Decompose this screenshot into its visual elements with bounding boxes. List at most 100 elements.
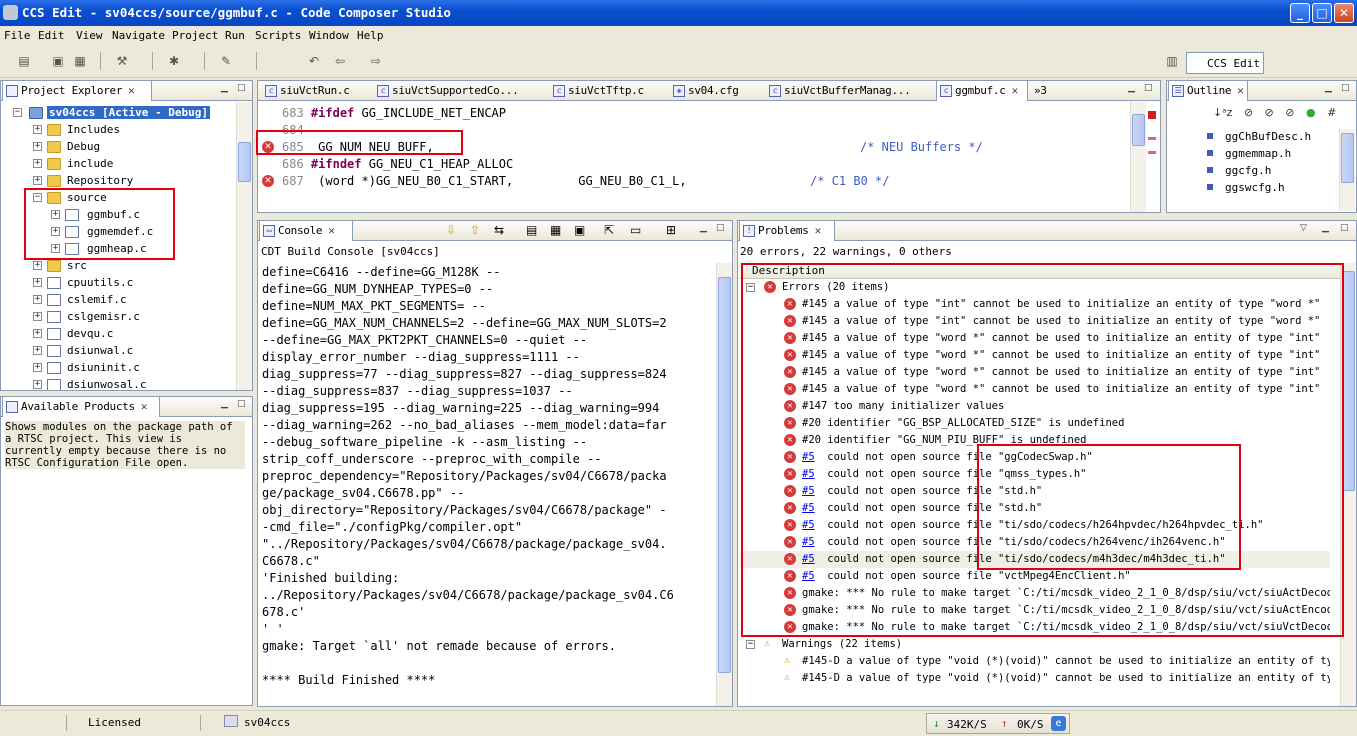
collapse-toggle[interactable]: − (746, 640, 755, 649)
copy-icon[interactable]: ▤ (526, 223, 537, 237)
console-output[interactable]: define=C6416 --define=GG_M128K -- define… (258, 263, 714, 706)
overview-error-marker[interactable] (1148, 111, 1156, 119)
console-scrollbar[interactable] (716, 263, 732, 706)
new-icon[interactable]: ▤ (16, 53, 32, 69)
menu-navigate[interactable]: Navigate (112, 29, 165, 42)
error-code-link[interactable]: #5 (802, 519, 815, 531)
tab-console[interactable]: ▭ Console ✕ (259, 221, 353, 241)
error-code-link[interactable]: #5 (802, 485, 815, 497)
maximize-view-icon[interactable]: □ (1340, 224, 1350, 234)
error-row[interactable]: ✕ #5 could not open source file "std.h" (740, 483, 1330, 500)
hide-members-icon[interactable]: ● (1306, 106, 1316, 119)
error-row[interactable]: ✕ gmake: *** No rule to make target `C:/t… (740, 619, 1330, 636)
menu-edit[interactable]: Edit (38, 29, 65, 42)
error-row[interactable]: ✕ #5 could not open source file "std.h" (740, 500, 1330, 517)
error-row[interactable]: ✕ gmake: *** No rule to make target `C:/t… (740, 585, 1330, 602)
error-row[interactable]: ✕ #145 a value of type "word *" cannot be… (740, 330, 1330, 347)
close-tab-icon[interactable]: ✕ (128, 84, 135, 97)
open-console-icon[interactable]: ⊞ (666, 223, 676, 237)
error-row[interactable]: ✕ #145 a value of type "int" cannot be us… (740, 313, 1330, 330)
error-marker-icon[interactable]: ✕ (262, 175, 274, 187)
close-tab-icon[interactable]: ✕ (815, 224, 822, 237)
tab-available-products[interactable]: Available Products ✕ (2, 397, 160, 417)
clear-icon[interactable]: ▦ (550, 223, 561, 237)
debug-bug-icon[interactable]: ✱ (166, 53, 182, 69)
editor-scrollbar[interactable] (1130, 102, 1146, 212)
open-perspective-icon[interactable]: ▥ (1164, 53, 1180, 69)
description-column-header[interactable]: Description (740, 263, 1340, 279)
maximize-view-icon[interactable]: □ (1341, 84, 1351, 94)
link-editor-icon[interactable]: ⇆ (494, 223, 504, 237)
close-tab-icon[interactable]: ✕ (1012, 84, 1019, 97)
project-tree-scrollbar[interactable] (236, 102, 252, 390)
error-row[interactable]: ✕ #145 a value of type "word *" cannot be… (740, 347, 1330, 364)
maximize-view-icon[interactable]: □ (237, 400, 247, 410)
error-row[interactable]: ✕ #20 identifier "GG_NUM_PIU_BUFF" is und… (740, 432, 1330, 449)
error-row[interactable]: ✕ #20 identifier "GG_BSP_ALLOCATED_SIZE" … (740, 415, 1330, 432)
maximize-button[interactable]: □ (1312, 3, 1332, 23)
build-hammer-icon[interactable]: ⚒ (114, 53, 130, 69)
save-all-icon[interactable]: ▦ (72, 53, 88, 69)
tab-sv04-cfg[interactable]: ◈ sv04.cfg (670, 81, 760, 101)
code-area[interactable]: 683 #ifdef GG_INCLUDE_NET_ENCAP 684 ✕ 68… (258, 102, 1138, 212)
tab-overflow[interactable]: »3 (1032, 81, 1052, 101)
tab-outline[interactable]: ☰ Outline ✕ (1168, 81, 1248, 101)
error-row[interactable]: ✕ #145 a value of type "word *" cannot be… (740, 381, 1330, 398)
maximize-view-icon[interactable]: □ (716, 224, 726, 234)
menu-view[interactable]: View (76, 29, 103, 42)
sort-az-icon[interactable]: ↓ᵃz (1213, 106, 1232, 119)
error-row[interactable]: ✕ #145 a value of type "word *" cannot be… (740, 364, 1330, 381)
close-tab-icon[interactable]: ✕ (1237, 84, 1244, 97)
menu-project[interactable]: Project (172, 29, 218, 42)
warnings-group-row[interactable]: − ⚠ Warnings (22 items) (740, 636, 1330, 653)
tab-problems[interactable]: ! Problems ✕ (739, 221, 835, 241)
overview-error-marker[interactable] (1148, 151, 1156, 154)
minimize-view-icon[interactable]: ▁ (700, 224, 710, 234)
hide-nonpublic-icon[interactable]: ⊘ (1285, 106, 1294, 119)
error-row[interactable]: ✕ #5 could not open source file "qmss_typ… (740, 466, 1330, 483)
hide-static-icon[interactable]: ⊘ (1265, 106, 1274, 119)
error-row[interactable]: ✕ #5 could not open source file "ti/sdo/c… (740, 517, 1330, 534)
error-row[interactable]: ✕ #145 a value of type "int" cannot be us… (740, 296, 1330, 313)
error-row[interactable]: ✕ #5 could not open source file "vctMpeg4… (740, 568, 1330, 585)
back-arrow-icon[interactable]: ⇦ (332, 53, 348, 69)
tab-siuvctrun[interactable]: c siuVctRun.c (262, 81, 368, 101)
error-code-link[interactable]: #5 (802, 536, 815, 548)
display-console-icon[interactable]: ▭ (630, 223, 641, 237)
next-error-icon[interactable]: ⇩ (446, 223, 456, 237)
menu-help[interactable]: Help (357, 29, 384, 42)
tab-siuvctsupportedco[interactable]: c siuVctSupportedCo... (374, 81, 524, 101)
error-code-link[interactable]: #5 (802, 553, 815, 565)
overview-error-marker[interactable] (1148, 137, 1156, 140)
problems-scrollbar[interactable] (1340, 263, 1356, 706)
hide-fields-icon[interactable]: ⊘ (1244, 106, 1253, 119)
prev-error-icon[interactable]: ⇧ (470, 223, 480, 237)
error-code-link[interactable]: #5 (802, 451, 815, 463)
perspective-button[interactable]: CCS Edit (1186, 52, 1264, 74)
network-speed-widget[interactable]: ↓ 342K/S ↑ 0K/S e (926, 713, 1070, 734)
error-row[interactable]: ✕ #147 too many initializer values (740, 398, 1330, 415)
minimize-button[interactable]: _ (1290, 3, 1310, 23)
menu-run[interactable]: Run (225, 29, 245, 42)
view-menu-icon[interactable]: ▽ (1300, 224, 1310, 234)
errors-group-row[interactable]: − ✕ Errors (20 items) (740, 279, 1330, 296)
minimize-view-icon[interactable]: ▁ (221, 84, 231, 94)
save-icon[interactable]: ▣ (50, 53, 66, 69)
error-row[interactable]: ✕ #5 could not open source file "ti/sdo/c… (740, 534, 1330, 551)
collapse-toggle[interactable]: − (746, 283, 755, 292)
error-row[interactable]: ✕ #5 could not open source file "ti/sdo/c… (740, 551, 1330, 568)
close-button[interactable]: ✕ (1334, 3, 1354, 23)
minimize-view-icon[interactable]: ▁ (1322, 224, 1332, 234)
pin-icon[interactable]: ⇱ (604, 223, 614, 237)
last-edit-icon[interactable]: ↶ (306, 53, 322, 69)
menu-file[interactable]: File (4, 29, 31, 42)
minimize-view-icon[interactable]: ▁ (1128, 84, 1138, 94)
tools-icon[interactable]: ✎ (218, 53, 234, 69)
menu-window[interactable]: Window (309, 29, 349, 42)
scroll-lock-icon[interactable]: ▣ (574, 223, 585, 237)
error-row[interactable]: ✕ gmake: *** No rule to make target `C:/t… (740, 602, 1330, 619)
tree-item-project[interactable]: − sv04ccs [Active - Debug] (1, 105, 237, 122)
maximize-view-icon[interactable]: □ (1144, 84, 1154, 94)
tab-siuvcttftp[interactable]: c siuVctTftp.c (550, 81, 666, 101)
minimize-view-icon[interactable]: ▁ (1325, 84, 1335, 94)
